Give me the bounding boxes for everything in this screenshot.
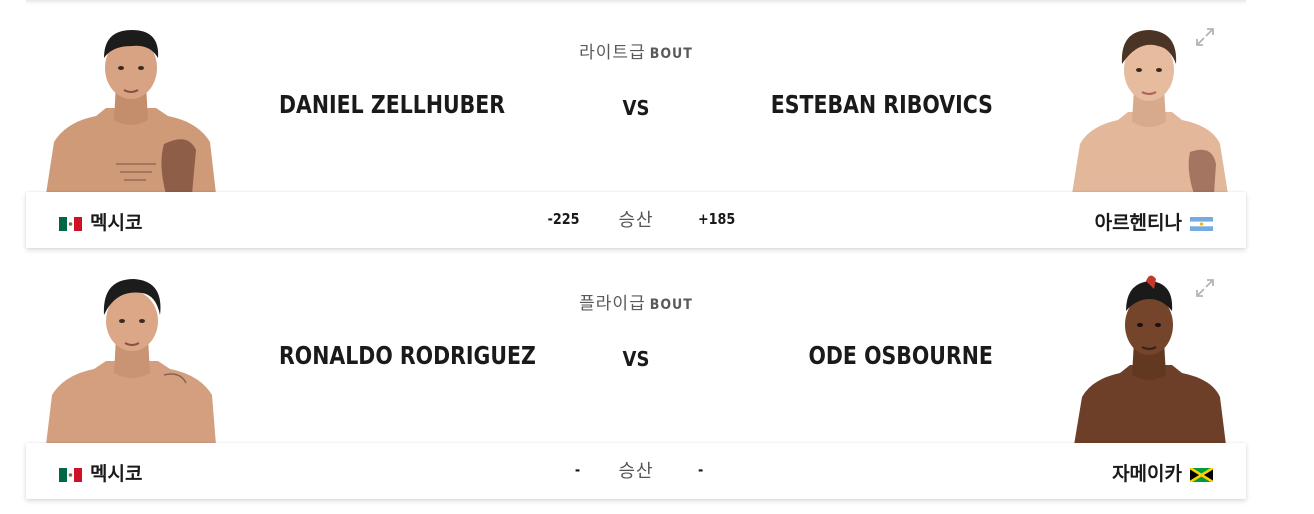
blue-corner-portrait xyxy=(1062,275,1232,445)
blue-fighter-odds: +185 xyxy=(698,210,736,228)
bout-label: BOUT xyxy=(649,297,693,313)
odds-label: 승산 xyxy=(618,210,654,230)
blue-fighter-country: 아르헨티나 xyxy=(1095,208,1213,235)
blue-fighter-name[interactable]: ODE OSBOURNE xyxy=(809,341,993,370)
odds-label: 승산 xyxy=(618,461,654,481)
red-fighter-name[interactable]: DANIEL ZELLHUBER xyxy=(279,90,505,119)
vs-label: VS xyxy=(622,96,650,120)
red-fighter-country: 멕시코 xyxy=(59,459,142,486)
jamaica-flag-icon xyxy=(1189,466,1214,483)
red-country-name: 멕시코 xyxy=(90,213,143,234)
blue-fighter-odds: - xyxy=(698,461,704,479)
blue-fighter-country: 자메이카 xyxy=(1112,459,1214,486)
info-bar: 멕시코 -225 승산 +185 아르헨티나 xyxy=(26,192,1246,248)
red-fighter-odds: - xyxy=(574,461,580,479)
red-fighter-odds: -225 xyxy=(548,210,580,228)
fight-card-1: 라이트급 BOUT DANIEL ZELLHUBER VS ESTEBAN RIB… xyxy=(26,2,1246,250)
vs-label: VS xyxy=(622,347,650,371)
blue-country-name: 자메이카 xyxy=(1112,464,1182,485)
weight-class: 라이트급 xyxy=(579,43,646,63)
red-country-name: 멕시코 xyxy=(90,464,143,485)
blue-country-name: 아르헨티나 xyxy=(1094,213,1182,234)
bout-label: BOUT xyxy=(649,46,693,62)
mexico-flag-icon xyxy=(59,466,82,482)
weight-class: 플라이급 xyxy=(579,294,646,314)
fight-card-2: 플라이급 BOUT RONALDO RODRIGUEZ VS ODE OSBOUR… xyxy=(26,253,1246,501)
argentina-flag-icon xyxy=(1190,215,1213,231)
mexico-flag-icon xyxy=(59,215,82,231)
blue-fighter-name[interactable]: ESTEBAN RIBOVICS xyxy=(771,90,993,119)
info-bar: 멕시코 - 승산 - 자메이카 xyxy=(26,443,1246,499)
red-fighter-country: 멕시코 xyxy=(59,208,142,235)
blue-corner-portrait xyxy=(1062,24,1232,194)
red-fighter-name[interactable]: RONALDO RODRIGUEZ xyxy=(279,341,536,370)
